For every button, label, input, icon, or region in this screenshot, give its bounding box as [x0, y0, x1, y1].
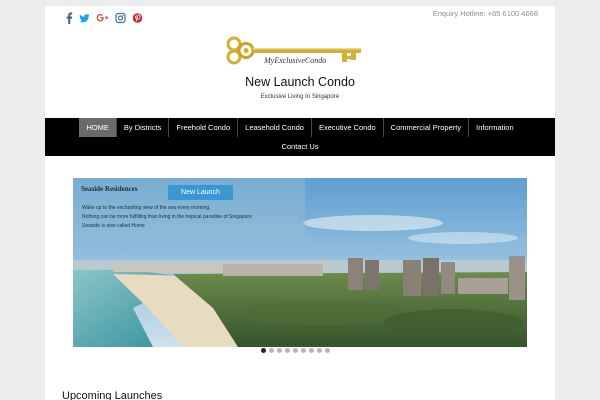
twitter-icon[interactable] — [79, 12, 90, 24]
nav-item-leasehold-condo[interactable]: Leasehold Condo — [237, 118, 311, 137]
slider-dot-6[interactable] — [301, 348, 306, 353]
pinterest-icon[interactable] — [132, 12, 143, 24]
page-container: Enquiry Hotline: +65 6100 4668 MyExclusi… — [45, 6, 555, 400]
slide-caption: Seaside Residences New Launch Wake up to… — [73, 178, 305, 241]
facebook-icon[interactable] — [65, 12, 73, 24]
nav-item-executive-condo[interactable]: Executive Condo — [310, 118, 383, 137]
slider-dot-4[interactable] — [285, 348, 290, 353]
slider-pagination — [261, 348, 330, 353]
nav-item-commercial-property[interactable]: Commercial Property — [382, 118, 468, 137]
upcoming-launches-heading: Upcoming Launches — [62, 390, 163, 400]
slide-text-line: Nothing can be more fulfilling than livi… — [82, 214, 254, 220]
google-plus-icon[interactable] — [96, 12, 109, 24]
site-logo[interactable]: MyExclusiveCondo — [224, 34, 366, 67]
nav-item-freehold-condo[interactable]: Freehold Condo — [168, 118, 237, 137]
slider-dot-5[interactable] — [293, 348, 298, 353]
nav-item-by-districts[interactable]: By Districts — [115, 118, 169, 137]
slide-title: Seaside Residences — [81, 185, 138, 193]
slider-dot-3[interactable] — [277, 348, 282, 353]
nav-item-contact-us[interactable]: Contact Us — [274, 137, 325, 156]
slider-dot-1[interactable] — [261, 348, 266, 353]
nav-row-secondary: Contact Us — [45, 137, 555, 156]
instagram-icon[interactable] — [115, 12, 126, 24]
enquiry-hotline: Enquiry Hotline: +65 6100 4668 — [432, 9, 538, 18]
new-launch-button[interactable]: New Launch — [168, 185, 233, 200]
slider-dot-2[interactable] — [269, 348, 274, 353]
main-navigation: HOME By Districts Freehold Condo Leaseho… — [45, 118, 555, 156]
hero-slider[interactable]: Seaside Residences New Launch Wake up to… — [73, 178, 527, 347]
logo-text: MyExclusiveCondo — [263, 56, 326, 65]
slider-dot-8[interactable] — [317, 348, 322, 353]
nav-item-information[interactable]: Information — [468, 118, 521, 137]
nav-row-primary: HOME By Districts Freehold Condo Leaseho… — [45, 118, 555, 137]
slider-dot-9[interactable] — [325, 348, 330, 353]
slide-text-line: Seaside is now called Home — [82, 223, 145, 229]
slide-text-line: Wake up to the enchanting view of the se… — [82, 205, 211, 211]
social-links — [65, 12, 143, 24]
site-title[interactable]: New Launch Condo — [45, 75, 555, 89]
slider-dot-7[interactable] — [309, 348, 314, 353]
site-tagline: Exclusive Living In Singapore — [260, 94, 340, 100]
nav-item-home[interactable]: HOME — [79, 118, 116, 137]
